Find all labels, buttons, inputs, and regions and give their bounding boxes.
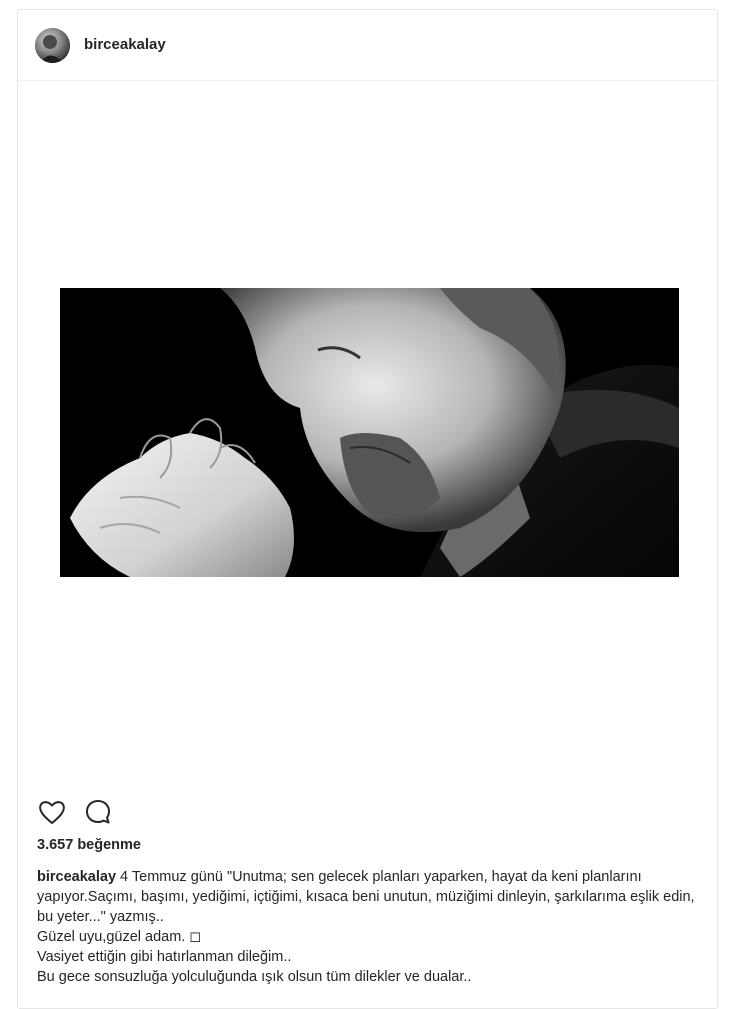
like-count[interactable]: 3.657 beğenme [37,837,141,853]
caption-text: 4 Temmuz günü "Unutma; sen gelecek planl… [37,869,695,925]
caption-line-2: Güzel uyu,güzel adam. ◻ [37,929,202,945]
avatar[interactable] [35,28,70,63]
post-header: birceakalay [18,10,717,81]
avatar-image [35,28,70,63]
post-photo[interactable] [60,288,679,577]
caption-line-4: Bu gece sonsuzluğa yolculuğunda ışık ols… [37,969,472,985]
portrait-image [60,288,679,577]
post-caption: birceakalay 4 Temmuz günü "Unutma; sen g… [37,867,707,987]
caption-line-1: birceakalay 4 Temmuz günü "Unutma; sen g… [37,867,707,927]
heart-icon[interactable] [37,797,67,827]
caption-line-3: Vasiyet ettiğin gibi hatırlanman dileğim… [37,949,292,965]
caption-username[interactable]: birceakalay [37,869,116,885]
post-photo-area [18,81,717,790]
username-link[interactable]: birceakalay [84,36,166,53]
post-actions [37,797,125,827]
post-card: birceakalay 3.657 beğenme birceakalay 4 … [17,9,718,1009]
comment-icon[interactable] [83,797,113,827]
